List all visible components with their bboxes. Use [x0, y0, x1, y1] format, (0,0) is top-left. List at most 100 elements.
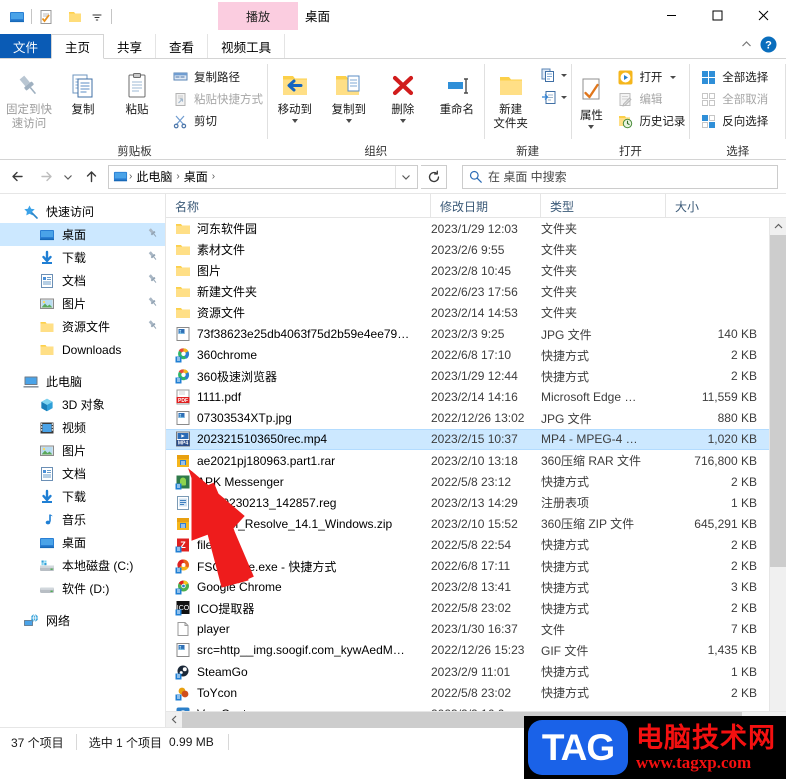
tab-share[interactable]: 共享: [104, 34, 157, 58]
move-to-button[interactable]: 移动到: [268, 63, 322, 123]
properties-icon[interactable]: [35, 6, 57, 28]
table-row[interactable]: 素材文件 2023/2/6 9:55 文件夹: [166, 239, 769, 260]
file-name-cell[interactable]: 360极速浏览器: [166, 368, 431, 385]
table-row[interactable]: VeryCapture2023/2/2 16:0…: [166, 703, 769, 711]
tab-view[interactable]: 查看: [156, 34, 209, 58]
file-name-cell[interactable]: ToYcon: [166, 685, 431, 701]
copy-path-button[interactable]: 复制路径: [168, 66, 267, 88]
back-button[interactable]: [6, 165, 30, 189]
column-header-size[interactable]: 大小: [666, 194, 786, 218]
file-name-cell[interactable]: ICO ICO提取器: [166, 600, 431, 617]
invert-selection-button[interactable]: 反向选择: [696, 110, 772, 132]
open-button[interactable]: 打开: [613, 66, 689, 88]
sidebar-item-documents[interactable]: 文档: [0, 269, 165, 292]
nav-header-quick-access[interactable]: 快速访问: [0, 200, 165, 223]
pin-icon[interactable]: [147, 296, 159, 311]
file-name-cell[interactable]: cc_20230213_142857.reg: [166, 495, 431, 511]
history-button[interactable]: 历史记录: [613, 110, 689, 132]
column-header-name[interactable]: 名称: [166, 194, 431, 218]
table-row[interactable]: 新建文件夹 2022/6/23 17:56 文件夹: [166, 281, 769, 302]
nav-header-this-pc[interactable]: 此电脑: [0, 370, 165, 393]
paste-button[interactable]: 粘贴: [110, 63, 164, 117]
file-name-cell[interactable]: APK Messenger: [166, 474, 431, 490]
easy-access-caret-icon[interactable]: [560, 95, 567, 99]
pin-icon[interactable]: [147, 273, 159, 288]
file-name-cell[interactable]: 07303534XTp.jpg: [166, 410, 431, 426]
sidebar-item-desktop[interactable]: 桌面: [0, 223, 165, 246]
scroll-left-arrow-icon[interactable]: [166, 715, 182, 724]
open-caret-icon[interactable]: [670, 75, 677, 79]
file-name-cell[interactable]: SteamGo: [166, 664, 431, 680]
breadcrumb[interactable]: › 此电脑 › 桌面 ›: [108, 164, 418, 189]
delete-caret-icon[interactable]: [399, 119, 406, 123]
file-name-cell[interactable]: FSCapture.exe - 快捷方式: [166, 558, 431, 575]
sidebar-item-desktop-pc[interactable]: 桌面: [0, 531, 165, 554]
table-row[interactable]: cc_20230213_142857.reg 2023/2/13 14:29 注册表…: [166, 492, 769, 513]
new-item-button[interactable]: [537, 64, 571, 86]
vertical-scrollbar-thumb[interactable]: [770, 235, 786, 567]
table-row[interactable]: 73f38623e25db4063f75d2b59e4ee79… 2023/2/3…: [166, 323, 769, 344]
customize-qat-icon[interactable]: [86, 6, 108, 28]
move-to-caret-icon[interactable]: [291, 119, 298, 123]
up-button[interactable]: [79, 165, 103, 189]
vertical-scrollbar[interactable]: [769, 218, 786, 711]
table-row[interactable]: MP4 2023215103650rec.mp4 2023/2/15 10:37 MP…: [166, 428, 769, 451]
copy-button[interactable]: 复制: [56, 63, 110, 117]
table-row[interactable]: ICO ICO提取器 2022/5/8 23:02 快捷方式 2 KB: [166, 598, 769, 619]
pin-icon[interactable]: [147, 227, 159, 242]
table-row[interactable]: PDF 1111.pdf 2023/2/14 14:16 Microsoft Edge…: [166, 387, 769, 408]
file-name-cell[interactable]: MP4 2023215103650rec.mp4: [166, 431, 431, 447]
maximize-button[interactable]: [694, 0, 740, 30]
pin-icon[interactable]: [147, 319, 159, 334]
sidebar-item-music[interactable]: 音乐: [0, 508, 165, 531]
easy-access-button[interactable]: [537, 86, 571, 108]
delete-button[interactable]: 删除: [376, 63, 430, 123]
sidebar-item-resource-files[interactable]: 资源文件: [0, 315, 165, 338]
sidebar-item-3d-objects[interactable]: 3D 对象: [0, 393, 165, 416]
column-header-date[interactable]: 修改日期: [431, 194, 541, 218]
tab-video-tools[interactable]: 视频工具: [208, 34, 286, 58]
nav-header-network[interactable]: 网络: [0, 609, 165, 632]
file-name-cell[interactable]: 河东软件园: [166, 220, 431, 237]
refresh-button[interactable]: [421, 164, 447, 189]
breadcrumb-item-1[interactable]: 桌面: [181, 168, 211, 185]
desktop-icon[interactable]: [6, 6, 28, 28]
file-name-cell[interactable]: Google Chrome: [166, 579, 431, 595]
breadcrumb-sep-2[interactable]: ›: [211, 171, 216, 182]
properties-button[interactable]: 属性: [571, 63, 611, 129]
pin-icon[interactable]: [147, 250, 159, 265]
new-folder-button[interactable]: 新建 文件夹: [485, 63, 537, 131]
table-row[interactable]: Google Chrome 2023/2/8 13:41 快捷方式 3 KB: [166, 577, 769, 598]
sidebar-item-local-disk-c[interactable]: 本地磁盘 (C:): [0, 554, 165, 577]
pin-to-quick-access-button[interactable]: 固定到快 速访问: [2, 63, 56, 131]
file-name-cell[interactable]: DaVinci_Resolve_14.1_Windows.zip: [166, 516, 431, 532]
file-name-cell[interactable]: 360chrome: [166, 347, 431, 363]
table-row[interactable]: src=http__img.soogif.com_kywAedM… 2022/12…: [166, 640, 769, 661]
table-row[interactable]: ae2021pj180963.part1.rar 2023/2/10 13:18 3…: [166, 450, 769, 471]
table-row[interactable]: ToYcon 2022/5/8 23:02 快捷方式 2 KB: [166, 682, 769, 703]
collapse-ribbon-icon[interactable]: [740, 38, 753, 54]
file-name-cell[interactable]: 73f38623e25db4063f75d2b59e4ee79…: [166, 326, 431, 342]
sidebar-item-downloads-pc[interactable]: 下载: [0, 485, 165, 508]
cut-button[interactable]: 剪切: [168, 110, 267, 132]
search-input[interactable]: 在 桌面 中搜索: [488, 168, 567, 185]
table-row[interactable]: APK Messenger 2022/5/8 23:12 快捷方式 2 KB: [166, 471, 769, 492]
scroll-up-arrow-icon[interactable]: [770, 218, 786, 235]
table-row[interactable]: 河东软件园 2023/1/29 12:03 文件夹: [166, 218, 769, 239]
minimize-button[interactable]: [648, 0, 694, 30]
breadcrumb-item-0[interactable]: 此电脑: [133, 168, 175, 185]
select-all-button[interactable]: 全部选择: [696, 66, 772, 88]
rename-button[interactable]: 重命名: [430, 63, 484, 117]
table-row[interactable]: Zfilezilla 2022/5/8 22:54 快捷方式 2 KB: [166, 534, 769, 555]
sidebar-item-downloads-folder[interactable]: Downloads: [0, 338, 165, 361]
table-row[interactable]: 360极速浏览器 2023/1/29 12:44 快捷方式 2 KB: [166, 366, 769, 387]
column-header-type[interactable]: 类型: [541, 194, 666, 218]
sidebar-item-downloads[interactable]: 下载: [0, 246, 165, 269]
new-item-caret-icon[interactable]: [560, 73, 567, 77]
table-row[interactable]: 图片 2023/2/8 10:45 文件夹: [166, 260, 769, 281]
table-row[interactable]: 资源文件 2023/2/14 14:53 文件夹: [166, 302, 769, 323]
sidebar-item-drive-d[interactable]: 软件 (D:): [0, 577, 165, 600]
file-name-cell[interactable]: 新建文件夹: [166, 283, 431, 300]
breadcrumb-dropdown-icon[interactable]: [395, 165, 415, 188]
table-row[interactable]: DaVinci_Resolve_14.1_Windows.zip 2023/2/1…: [166, 513, 769, 534]
